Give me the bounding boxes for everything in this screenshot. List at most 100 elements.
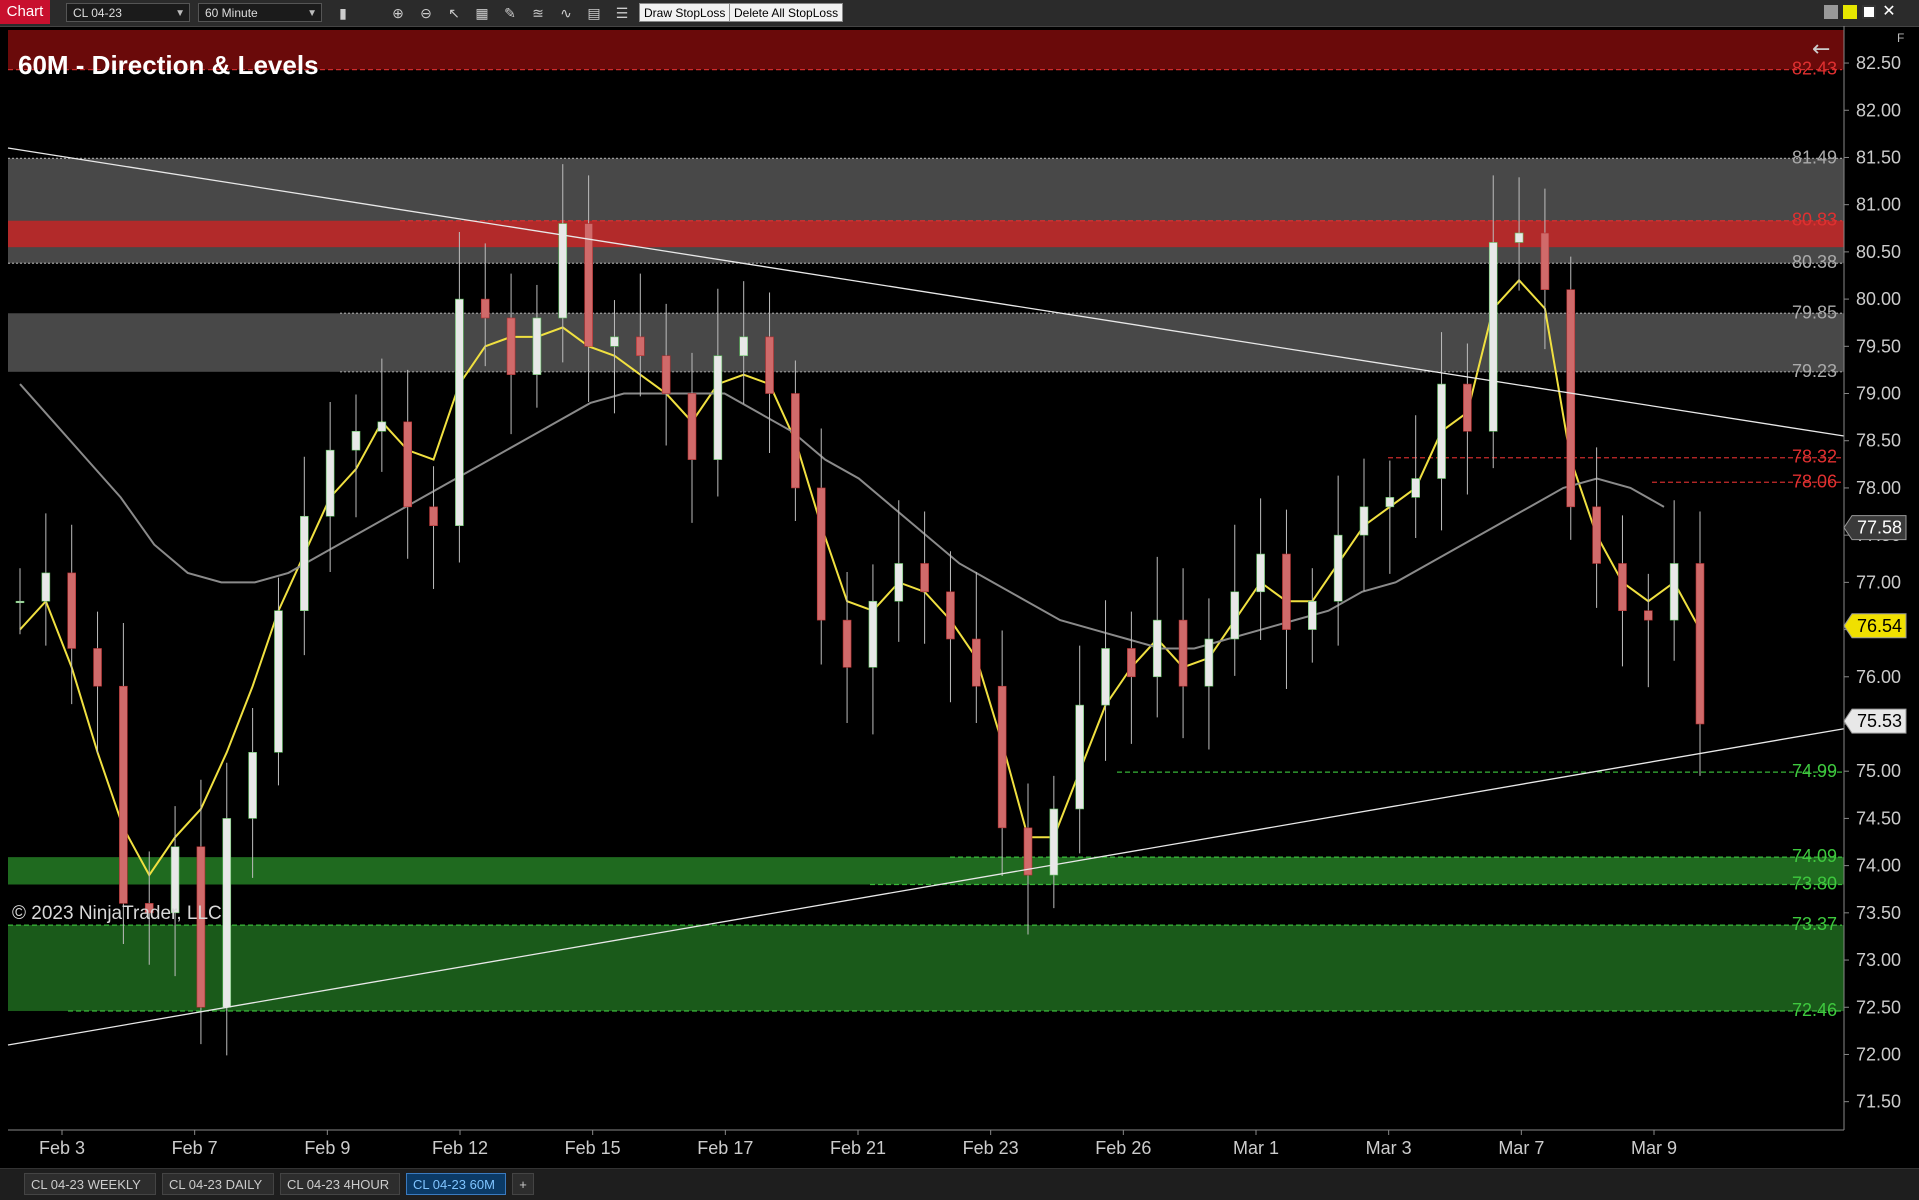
time-tick-label: Mar 3 (1366, 1138, 1412, 1158)
price-tick-label: 73.50 (1856, 903, 1901, 923)
indicators-icon[interactable]: ≊ (528, 3, 548, 23)
price-bar (636, 336, 645, 357)
drawing-tools-icon[interactable]: ✎ (500, 3, 520, 23)
level-zone (8, 857, 1844, 885)
price-bar (455, 298, 464, 527)
price-bar (1282, 553, 1291, 630)
price-tag-label: 77.58 (1857, 518, 1902, 538)
trend-lines[interactable] (7, 147, 1845, 1046)
price-tick-label: 71.50 (1856, 1092, 1901, 1112)
time-tick-label: Feb 7 (172, 1138, 218, 1158)
interval-selector[interactable]: 60 Minute ▼ (198, 3, 322, 22)
price-bar (1695, 563, 1705, 725)
price-bar (248, 752, 257, 819)
price-bar (1101, 648, 1110, 706)
price-bar (1488, 242, 1498, 432)
chart-tab[interactable]: CL 04-23 4HOUR (280, 1173, 400, 1195)
maximize-window-icon[interactable] (1862, 5, 1876, 19)
price-chart[interactable]: 82.50 82.00 81.50 81.00 80.50 80.00 79.50 79.00… (0, 26, 1919, 1168)
price-tags: 77.58 76.54 75.53 (1843, 515, 1907, 734)
time-tick-label: Feb 15 (565, 1138, 621, 1158)
time-axis[interactable]: Feb 3 Feb 7 Feb 9 Feb 12 Feb 15 Feb 17 Feb 21 F… (39, 1130, 1677, 1158)
add-tab-button[interactable]: + (512, 1173, 534, 1195)
f-label: F (1897, 31, 1904, 45)
price-bar (1385, 497, 1395, 508)
data-box-icon[interactable]: ▦ (472, 3, 492, 23)
price-tick-label: 81.00 (1856, 195, 1901, 215)
chart-trader-icon[interactable]: ▤ (584, 3, 604, 23)
price-tag-label: 76.54 (1857, 616, 1902, 636)
level-label: 74.09 (1792, 846, 1837, 866)
instrument-value: CL 04-23 (73, 6, 122, 20)
price-tag-label: 75.53 (1857, 711, 1902, 731)
price-bar (93, 648, 102, 687)
price-bar (946, 591, 955, 640)
price-bar (1359, 506, 1369, 536)
price-bar (325, 449, 335, 517)
draw-stoploss-button[interactable]: Draw StopLoss (639, 3, 731, 22)
price-bar (119, 685, 128, 904)
price-bar (1256, 553, 1265, 593)
zoom-out-icon[interactable]: ⊖ (416, 3, 436, 23)
chart-title: 60M - Direction & Levels (18, 50, 319, 80)
price-bar (894, 563, 904, 602)
price-bar (610, 336, 619, 347)
time-tick-label: Feb 17 (697, 1138, 753, 1158)
price-bar (972, 638, 981, 687)
price-bar (377, 421, 387, 432)
price-bar (791, 393, 800, 489)
slow-moving-average-line (19, 383, 1665, 650)
close-window-icon[interactable]: ✕ (1881, 4, 1897, 20)
instrument-selector[interactable]: CL 04-23 ▼ (66, 3, 190, 22)
price-tick-label: 81.50 (1856, 147, 1901, 167)
time-tick-label: Feb 12 (432, 1138, 488, 1158)
price-bar (687, 393, 697, 460)
properties-icon[interactable]: ☰ (612, 3, 632, 23)
price-bar (713, 355, 723, 460)
delete-all-stoploss-button[interactable]: Delete All StopLoss (729, 3, 844, 22)
level-label: 72.46 (1792, 1000, 1837, 1020)
chart-tab[interactable]: CL 04-23 DAILY (162, 1173, 274, 1195)
price-tick-label: 77.00 (1856, 572, 1901, 592)
chart-tab[interactable]: CL 04-23 60M (406, 1173, 506, 1195)
price-bar (816, 487, 826, 621)
price-bar (274, 610, 283, 753)
time-tick-label: Feb 3 (39, 1138, 85, 1158)
price-tick-label: 72.00 (1856, 1044, 1901, 1064)
price-bar (196, 846, 206, 1008)
pointer-icon[interactable]: ↖ (444, 3, 464, 23)
price-bar (1592, 506, 1601, 564)
price-bar (1540, 232, 1550, 290)
strategies-icon[interactable]: ∿ (556, 3, 576, 23)
level-label: 79.23 (1792, 361, 1837, 381)
price-bar (1152, 619, 1162, 678)
price-tick-label: 73.00 (1856, 950, 1901, 970)
price-tick-label: 74.50 (1856, 808, 1901, 828)
price-bar (67, 572, 76, 649)
bars-type-icon[interactable]: ▮ (333, 3, 353, 23)
restore-window-icon[interactable] (1843, 5, 1857, 19)
price-bar (480, 298, 490, 319)
price-bar (1127, 648, 1136, 678)
time-tick-label: Feb 21 (830, 1138, 886, 1158)
level-label: 78.32 (1792, 447, 1837, 467)
level-label: 78.06 (1792, 471, 1837, 491)
price-tick-label: 78.50 (1856, 431, 1901, 451)
chevron-down-icon: ▼ (175, 8, 185, 19)
minimize-window-icon[interactable] (1824, 5, 1838, 19)
level-label: 80.38 (1792, 252, 1837, 272)
price-tick-label: 79.50 (1856, 336, 1901, 356)
price-bar (15, 600, 25, 604)
copyright-text: © 2023 NinjaTrader, LLC (12, 903, 222, 924)
price-bar (1204, 638, 1214, 687)
time-tick-label: Mar 1 (1233, 1138, 1279, 1158)
level-zone (8, 220, 1844, 248)
price-bar (1178, 619, 1188, 687)
zoom-in-icon[interactable]: ⊕ (388, 3, 408, 23)
level-label: 81.49 (1792, 147, 1837, 167)
back-arrow-icon[interactable]: ← (1812, 37, 1830, 62)
price-bar (429, 506, 438, 527)
level-label: 80.83 (1792, 210, 1837, 230)
chart-tab[interactable]: CL 04-23 WEEKLY (24, 1173, 156, 1195)
chart-toolbar: Chart CL 04-23 ▼ 60 Minute ▼ ▮ ⊕ ⊖ ↖ ▦ ✎… (0, 0, 1919, 27)
